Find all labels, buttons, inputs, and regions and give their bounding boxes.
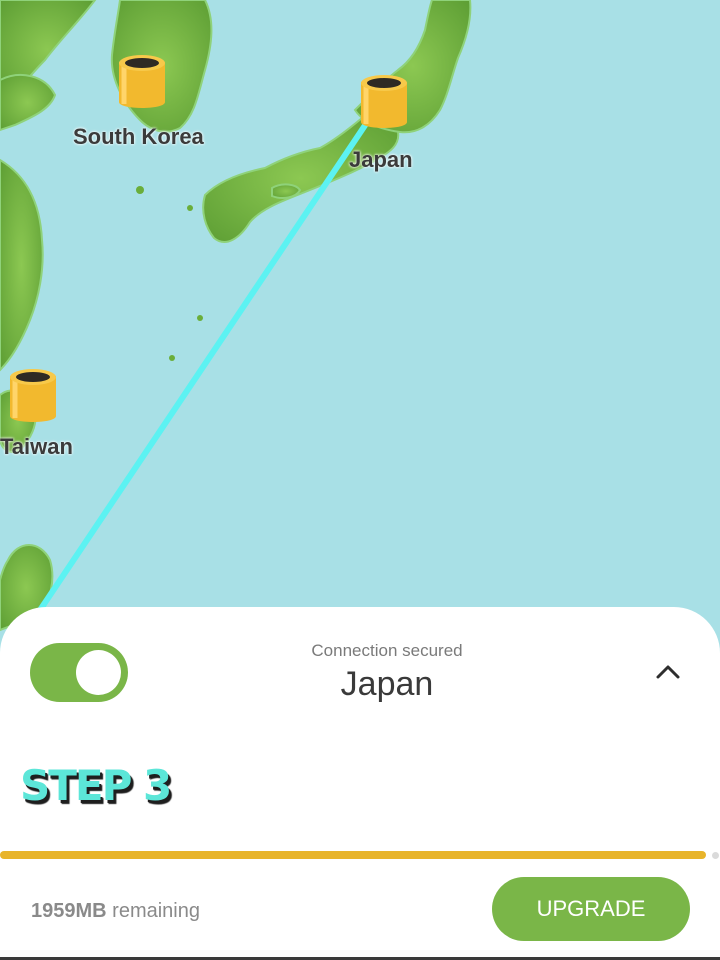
data-remaining-suffix: remaining: [112, 900, 200, 922]
small-island: [187, 205, 193, 211]
country-label-japan: Japan: [349, 147, 413, 172]
japan-marker[interactable]: [358, 74, 410, 134]
small-island: [136, 186, 144, 194]
country-label-south-korea: South Korea: [73, 124, 204, 149]
south-korea-marker[interactable]: [116, 54, 168, 114]
taiwan-marker[interactable]: [7, 368, 59, 428]
chevron-up-icon: [656, 665, 680, 679]
data-remaining-amount: 1959MB: [31, 900, 107, 922]
data-progress-fill: [0, 851, 706, 859]
expand-panel-button[interactable]: [648, 657, 688, 687]
server-barrel-icon: [361, 75, 407, 128]
small-island: [197, 315, 203, 321]
connection-status: Connection secured: [311, 641, 463, 660]
server-barrel-icon: [10, 369, 56, 422]
server-barrel-icon: [119, 55, 165, 108]
data-remaining: 1959MB remaining: [31, 900, 200, 923]
data-progress-bar: [0, 851, 720, 859]
selected-server[interactable]: Japan: [0, 665, 720, 704]
step-label: STEP 3: [20, 761, 172, 810]
connection-panel: Connection secured Japan STEP 3 1959MB r…: [0, 607, 720, 960]
upgrade-button[interactable]: UPGRADE: [492, 877, 690, 941]
country-label-taiwan: Taiwan: [0, 434, 73, 459]
small-island: [169, 355, 175, 361]
data-progress-end-dot: [712, 852, 719, 859]
